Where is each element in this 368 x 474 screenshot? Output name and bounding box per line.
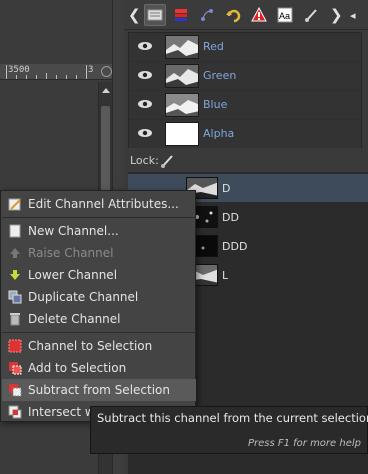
dock-tab-bar: ❮ Aa ❯ ◂ [124, 0, 368, 30]
menu-item-raise-channel[interactable]: Raise Channel [2, 242, 196, 264]
channel-row[interactable]: Blue [129, 91, 361, 119]
lower-icon [10, 270, 20, 280]
ruler-mark-2: 3 [88, 65, 94, 75]
menu-item-lower-channel[interactable]: Lower Channel [2, 264, 196, 286]
menu-item-duplicate-channel[interactable]: Duplicate Channel [2, 286, 196, 308]
channel-to-selection-icon [8, 339, 22, 353]
menu-item-subtract-from-selection[interactable]: Subtract from Selection [2, 379, 196, 401]
channel-thumbnail [165, 64, 199, 88]
menu-item-edit-channel-attributes[interactable]: Edit Channel Attributes... [2, 193, 196, 215]
channel-thumbnail [165, 93, 199, 117]
paths-icon [201, 9, 213, 21]
undo-icon [226, 9, 241, 23]
subtract-selection-icon [9, 384, 22, 397]
channel-thumbnail [165, 35, 199, 59]
channel-context-menu: Edit Channel Attributes... New Channel..… [0, 190, 196, 422]
tab-menu-icon[interactable]: ◂ [350, 9, 356, 22]
tab-layers[interactable] [170, 4, 192, 26]
add-selection-icon [9, 362, 22, 375]
lock-label: Lock: [130, 154, 159, 167]
menu-item-channel-to-selection[interactable]: Channel to Selection [2, 335, 196, 357]
layer-label: L [222, 269, 229, 282]
tooltip-help-hint: Press F1 for more help [247, 438, 361, 449]
tab-brushes[interactable] [300, 4, 322, 26]
channel-label: Alpha [203, 127, 235, 140]
svg-text:Aa: Aa [279, 11, 290, 21]
navigate-icon[interactable] [101, 66, 112, 77]
tab-channels[interactable] [144, 4, 166, 26]
layers-icon [175, 9, 187, 21]
tab-paths[interactable] [196, 4, 218, 26]
layer-label: D [222, 182, 231, 195]
raise-icon [10, 248, 20, 258]
brush-icon [305, 9, 317, 22]
tooltip-text: Subtract this channel from the current s… [97, 411, 368, 425]
lock-brush-icon[interactable] [160, 154, 174, 168]
tab-error-console[interactable] [248, 4, 270, 26]
ruler-mark-1: 3500 [8, 65, 30, 75]
channel-label: Blue [203, 98, 228, 111]
visibility-eye-icon[interactable] [137, 70, 153, 80]
tab-undo-history[interactable] [222, 4, 244, 26]
lock-bar: Lock: [128, 152, 362, 170]
tab-scroll-right-icon[interactable]: ❯ [330, 6, 343, 24]
layer-label: DDD [222, 240, 248, 253]
channels-icon [147, 9, 163, 21]
channel-row[interactable]: Red [129, 33, 361, 61]
tab-fonts[interactable]: Aa [274, 4, 296, 26]
edit-icon [8, 198, 21, 211]
menu-item-new-channel[interactable]: New Channel... [2, 220, 196, 242]
fonts-icon: Aa [277, 7, 293, 23]
channel-label: Red [203, 40, 224, 53]
menu-item-add-to-selection[interactable]: Add to Selection [2, 357, 196, 379]
horizontal-ruler: 3500 3 [0, 64, 112, 80]
duplicate-icon [8, 290, 22, 304]
warning-icon [251, 7, 267, 22]
channel-row[interactable]: Alpha [129, 120, 361, 148]
visibility-eye-icon[interactable] [137, 128, 153, 138]
new-channel-icon [9, 224, 21, 238]
intersect-selection-icon [8, 405, 22, 419]
delete-icon [10, 313, 20, 326]
channel-label: Green [203, 69, 237, 82]
channel-row[interactable]: Green [129, 62, 361, 90]
visibility-eye-icon[interactable] [137, 99, 153, 109]
menu-separator [2, 217, 196, 218]
visibility-eye-icon[interactable] [137, 41, 153, 51]
tab-scroll-left-icon[interactable]: ❮ [128, 6, 141, 24]
tooltip: Subtract this channel from the current s… [90, 406, 368, 454]
scroll-up-icon[interactable] [102, 88, 110, 93]
menu-item-delete-channel[interactable]: Delete Channel [2, 308, 196, 330]
layer-label: DD [222, 211, 239, 224]
menu-separator [2, 332, 196, 333]
channel-thumbnail [165, 122, 199, 146]
channels-list: Red Green Blue Alpha [128, 32, 362, 148]
